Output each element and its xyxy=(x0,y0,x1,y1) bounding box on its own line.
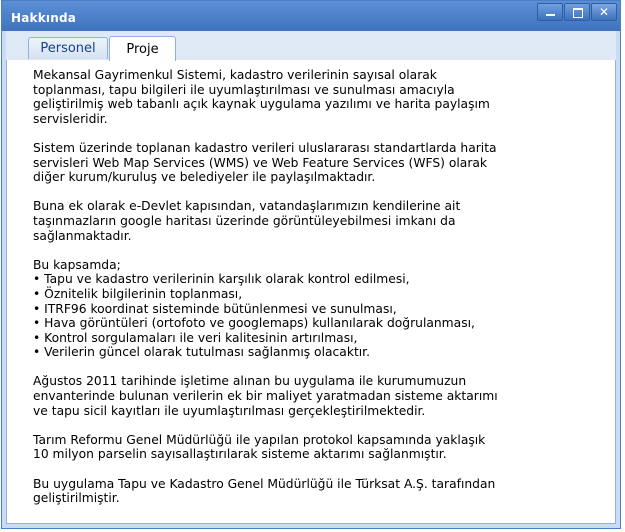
text-line: taşınmazların google haritası üzerinde g… xyxy=(33,213,456,228)
text-line: 10 milyon parselin sayısallaştırılarak s… xyxy=(33,447,447,462)
text-line: geliştirilmiştir. xyxy=(33,491,120,506)
tab-personel[interactable]: Personel xyxy=(28,37,108,59)
paragraph-services: Sistem üzerinde toplanan kadastro verile… xyxy=(33,141,618,185)
text-line: sağlanmaktadır. xyxy=(33,228,132,243)
about-text: Mekansal Gayrimenkul Sistemi, kadastro v… xyxy=(33,68,618,520)
about-window: Hakkında ✕ Personel Proje Mekansal Gayri… xyxy=(1,0,621,529)
text-line: Sistem üzerinde toplanan kadastro verile… xyxy=(33,140,497,155)
text-line: geliştirilmiş web tabanlı açık kaynak uy… xyxy=(33,97,490,112)
text-line: toplanması, tapu bilgileri ile uyumlaştı… xyxy=(33,82,455,97)
text-line: Tarım Reformu Genel Müdürlüğü ile yapıla… xyxy=(33,432,486,447)
paragraph-scope: Bu kapsamda; • Tapu ve kadastro verileri… xyxy=(33,258,618,360)
text-line: diğer kurum/kuruluş ve belediyeler ile p… xyxy=(33,170,376,185)
text-line: Bu kapsamda; xyxy=(33,257,121,272)
paragraph-intro: Mekansal Gayrimenkul Sistemi, kadastro v… xyxy=(33,68,618,126)
list-item: • Öznitelik bilgilerinin toplanması, xyxy=(33,286,243,301)
minimize-button[interactable] xyxy=(537,3,563,21)
list-item: • Verilerin güncel olarak tutulması sağl… xyxy=(33,345,371,360)
text-line: envanterinde bulunan verilerin ek bir ma… xyxy=(33,389,498,404)
tab-proje[interactable]: Proje xyxy=(109,36,176,61)
maximize-button[interactable] xyxy=(564,3,590,21)
maximize-icon xyxy=(573,8,583,18)
paragraph-reform: Tarım Reformu Genel Müdürlüğü ile yapıla… xyxy=(33,433,618,462)
text-line: Bu uygulama Tapu ve Kadastro Genel Müdür… xyxy=(33,476,496,491)
text-line: Mekansal Gayrimenkul Sistemi, kadastro v… xyxy=(33,68,437,82)
scope-list: • Tapu ve kadastro verilerinin karşılık … xyxy=(33,272,618,360)
minimize-icon xyxy=(546,14,555,16)
text-line: Buna ek olarak e-Devlet kapısından, vata… xyxy=(33,199,461,214)
text-line: servisleridir. xyxy=(33,111,108,126)
window-controls: ✕ xyxy=(537,3,617,23)
text-line: ve tapu sicil kayıtları ile uyumlaştırıl… xyxy=(33,403,426,418)
tab-strip: Personel Proje xyxy=(6,31,616,61)
list-item: • ITRF96 koordinat sisteminde bütünlenme… xyxy=(33,301,397,316)
list-item: • Hava görüntüleri (ortofoto ve googlema… xyxy=(33,316,475,331)
paragraph-august: Ağustos 2011 tarihinde işletime alınan b… xyxy=(33,374,618,418)
text-line: servisleri Web Map Services (WMS) ve Web… xyxy=(33,155,488,170)
title-bar[interactable]: Hakkında ✕ xyxy=(2,1,620,31)
tab-panel-proje: Mekansal Gayrimenkul Sistemi, kadastro v… xyxy=(6,60,616,524)
list-item: • Kontrol sorgulamaları ile veri kalites… xyxy=(33,330,358,345)
list-item: • Tapu ve kadastro verilerinin karşılık … xyxy=(33,272,410,287)
window-title: Hakkında xyxy=(11,11,77,25)
paragraph-credits: Bu uygulama Tapu ve Kadastro Genel Müdür… xyxy=(33,477,618,506)
paragraph-edevlet: Buna ek olarak e-Devlet kapısından, vata… xyxy=(33,199,618,243)
close-icon: ✕ xyxy=(598,5,610,19)
text-line: Ağustos 2011 tarihinde işletime alınan b… xyxy=(33,374,467,389)
close-button[interactable]: ✕ xyxy=(591,3,617,21)
